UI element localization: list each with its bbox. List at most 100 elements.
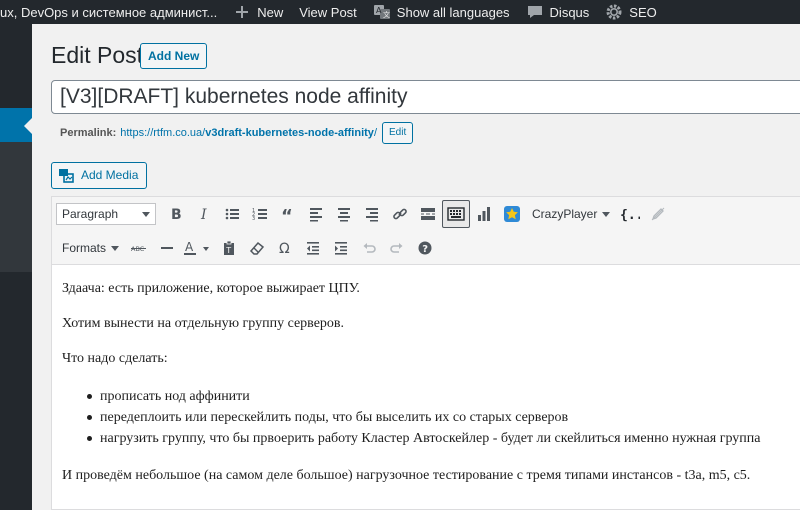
- show-languages-label: Show all languages: [396, 4, 510, 20]
- admin-bar: ux, DevOps и системное админист... New V…: [0, 0, 800, 24]
- align-right-button[interactable]: [358, 200, 386, 228]
- redo-icon: [390, 243, 403, 253]
- pencil-disabled-icon: [652, 207, 665, 221]
- bold-button[interactable]: B: [162, 200, 190, 228]
- comment-icon: [526, 3, 544, 21]
- show-languages-menu[interactable]: A文 Show all languages: [365, 0, 518, 24]
- numbered-list-icon: 123: [252, 208, 267, 222]
- indent-icon: [335, 242, 348, 255]
- seo-menu[interactable]: SEO: [597, 0, 664, 24]
- disqus-menu[interactable]: Disqus: [518, 0, 598, 24]
- plus-icon: [233, 3, 251, 21]
- bullet-list-icon: [225, 208, 239, 220]
- align-right-icon: [366, 208, 378, 222]
- page-title: Edit Post: [51, 42, 144, 68]
- editor-toolbar: Paragraph B I 123 “ CrazyPlayer {..} For: [52, 197, 800, 265]
- svg-text:?: ?: [422, 244, 428, 255]
- permalink-trail: /: [373, 127, 377, 139]
- main-content: Edit Post Add New Permalink: https://rtf…: [32, 24, 800, 510]
- indent-button[interactable]: [327, 234, 355, 262]
- toolbar-row-2: Formats ABC A T Ω ?: [52, 231, 439, 265]
- help-icon: ?: [418, 241, 432, 255]
- content-paragraph: Здаача: есть приложение, которое выжирае…: [62, 281, 360, 296]
- add-media-button[interactable]: Add Media: [51, 162, 148, 189]
- strikethrough-button[interactable]: ABC: [125, 234, 153, 262]
- new-menu[interactable]: New: [225, 0, 291, 24]
- sidebar-submenu[interactable]: [0, 142, 32, 272]
- permalink-base: https://rtfm.co.ua/: [120, 127, 206, 139]
- insert-link-button[interactable]: [386, 200, 414, 228]
- formats-label: Formats: [62, 241, 107, 255]
- special-character-button[interactable]: Ω: [271, 234, 299, 262]
- svg-text:3: 3: [252, 216, 255, 222]
- toolbar-row-1: Paragraph B I 123 “ CrazyPlayer {..}: [52, 197, 672, 231]
- list-item: передеплоить или перескейлить поды, что …: [87, 407, 800, 428]
- disqus-label: Disqus: [549, 4, 590, 20]
- site-name: ux, DevOps и системное админист...: [0, 4, 218, 20]
- text-color-icon: A: [184, 240, 210, 255]
- content-paragraph: Что надо сделать:: [62, 351, 168, 366]
- italic-button[interactable]: I: [190, 200, 218, 228]
- keyboard-shortcuts-button[interactable]: ?: [411, 234, 439, 262]
- star-plugin-button[interactable]: [498, 200, 526, 228]
- chevron-down-icon: [142, 211, 150, 217]
- add-media-label: Add Media: [81, 168, 139, 182]
- translation-icon: A文: [373, 3, 391, 21]
- text-color-button[interactable]: A: [181, 234, 215, 262]
- svg-text:A: A: [376, 6, 382, 15]
- site-name-link[interactable]: ux, DevOps и системное админист...: [0, 0, 225, 24]
- formats-dropdown[interactable]: Formats: [52, 234, 125, 262]
- permalink-bar: Permalink: https://rtfm.co.ua/v3draft-ku…: [60, 122, 414, 144]
- align-left-button[interactable]: [302, 200, 330, 228]
- permalink-label: Permalink:: [60, 127, 117, 139]
- outdent-button[interactable]: [299, 234, 327, 262]
- add-new-button[interactable]: Add New: [140, 43, 208, 69]
- bulleted-list-button[interactable]: [218, 200, 246, 228]
- svg-text:I: I: [200, 207, 207, 222]
- horizontal-line-icon: [161, 247, 174, 249]
- link-icon: [393, 208, 407, 220]
- undo-button[interactable]: [355, 234, 383, 262]
- code-snippet-button[interactable]: {..}: [616, 200, 644, 228]
- numbered-list-button[interactable]: 123: [246, 200, 274, 228]
- classic-editor: Paragraph B I 123 “ CrazyPlayer {..} For: [51, 196, 800, 510]
- disabled-edit-button[interactable]: [644, 200, 672, 228]
- read-more-button[interactable]: [414, 200, 442, 228]
- clipboard-icon: T: [224, 240, 235, 255]
- crazyplayer-dropdown[interactable]: CrazyPlayer: [526, 200, 616, 228]
- seo-label: SEO: [629, 4, 657, 20]
- content-list: прописать нод аффинити передеплоить или …: [87, 386, 800, 449]
- paragraph-format-select[interactable]: Paragraph: [56, 203, 156, 225]
- editor-content[interactable]: Здаача: есть приложение, которое выжирае…: [52, 265, 800, 484]
- read-more-icon: [421, 208, 435, 220]
- clear-formatting-button[interactable]: [243, 234, 271, 262]
- media-icon: [59, 168, 74, 183]
- bold-icon: B: [171, 207, 182, 222]
- svg-text:A: A: [185, 240, 194, 254]
- eraser-icon: [249, 241, 265, 255]
- svg-text:T: T: [225, 246, 231, 255]
- redo-button[interactable]: [383, 234, 411, 262]
- code-braces-icon: {..}: [620, 208, 640, 222]
- new-label: New: [257, 4, 284, 20]
- outdent-icon: [307, 242, 320, 255]
- toolbar-toggle-button[interactable]: [442, 200, 470, 228]
- horizontal-line-button[interactable]: [153, 234, 181, 262]
- permalink-edit-button[interactable]: Edit: [382, 122, 414, 144]
- align-center-button[interactable]: [330, 200, 358, 228]
- undo-icon: [363, 243, 376, 253]
- paragraph-format-value: Paragraph: [62, 207, 119, 221]
- sidebar-current-arrow: [24, 118, 32, 134]
- admin-sidebar: [0, 24, 32, 510]
- chart-button[interactable]: [470, 200, 498, 228]
- blockquote-button[interactable]: “: [274, 200, 302, 228]
- post-title-input[interactable]: [51, 80, 800, 114]
- paste-text-button[interactable]: T: [215, 234, 243, 262]
- align-center-icon: [338, 208, 350, 222]
- permalink-link[interactable]: https://rtfm.co.ua/v3draft-kubernetes-no…: [120, 127, 377, 139]
- view-post-link[interactable]: View Post: [291, 0, 365, 24]
- chevron-down-icon: [602, 211, 611, 217]
- svg-text:{..}: {..}: [620, 208, 640, 222]
- content-paragraph: И проведём небольшое (на самом деле боль…: [62, 468, 751, 483]
- omega-icon: Ω: [279, 241, 290, 256]
